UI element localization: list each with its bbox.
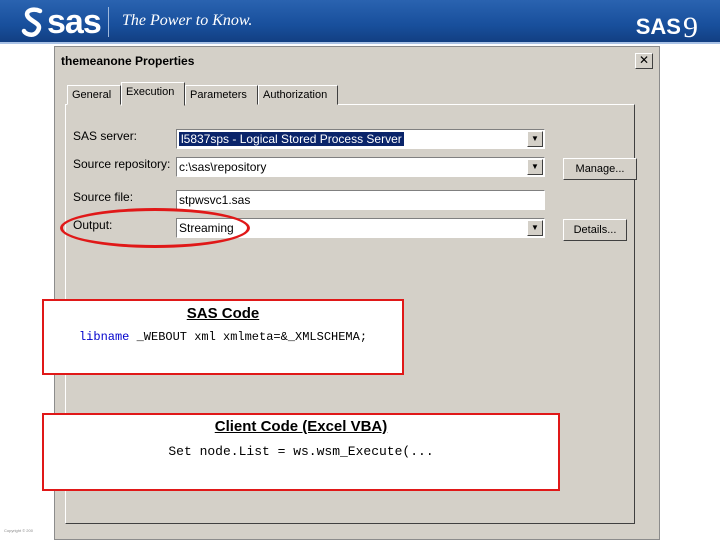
dropdown-arrow-icon[interactable]: ▼ (527, 220, 543, 236)
source-repository-value: c:\sas\repository (179, 160, 267, 174)
sas-logo: sas (20, 3, 102, 41)
source-file-label: Source file: (73, 190, 134, 204)
copyright-text: Copyright © 200 (4, 528, 33, 533)
source-file-value: stpwsvc1.sas (179, 193, 251, 207)
client-code-box: Client Code (Excel VBA) Set node.List = … (42, 413, 560, 491)
sas9-logo: SAS9 (635, 8, 698, 44)
client-code-line: Set node.List = ws.wsm_Execute(... (168, 444, 434, 459)
banner-divider (108, 7, 109, 37)
output-highlight-oval (60, 208, 250, 248)
dropdown-arrow-icon[interactable]: ▼ (527, 159, 543, 175)
manage-button[interactable]: Manage... (563, 158, 637, 180)
sas-code-keyword: libname (78, 330, 130, 344)
sas-code-box: SAS Code libname _WEBOUT xml xmlmeta=&_X… (42, 299, 404, 375)
sas9-text: SAS (635, 14, 681, 39)
source-file-field[interactable]: stpwsvc1.sas (176, 190, 545, 210)
tab-parameters[interactable]: Parameters (185, 85, 258, 105)
sas-server-label: SAS server: (73, 129, 138, 143)
sas-banner: sas The Power to Know. SAS9 (0, 0, 720, 44)
close-button[interactable]: ✕ (635, 53, 653, 69)
sas-code-rest: _WEBOUT xml xmlmeta=&_XMLSCHEMA; (129, 330, 368, 344)
sas-code-line: libname _WEBOUT xml xmlmeta=&_XMLSCHEMA; (44, 330, 402, 344)
sas-server-value: l5837sps - Logical Stored Process Server (179, 132, 404, 146)
tab-execution[interactable]: Execution (121, 82, 185, 106)
tagline: The Power to Know. (122, 12, 253, 29)
sas-logo-text: sas (47, 3, 102, 41)
details-button[interactable]: Details... (563, 219, 627, 241)
sas9-number: 9 (683, 11, 698, 44)
dropdown-arrow-icon[interactable]: ▼ (527, 131, 543, 147)
dialog-title: themeanone Properties (61, 54, 195, 68)
source-repository-select[interactable]: c:\sas\repository ▼ (176, 157, 545, 177)
client-code-heading: Client Code (Excel VBA) (214, 418, 388, 435)
dialog-titlebar: themeanone Properties ✕ (55, 47, 659, 75)
sas-server-select[interactable]: l5837sps - Logical Stored Process Server… (176, 129, 545, 149)
tab-general[interactable]: General (67, 85, 121, 105)
sas-code-heading: SAS Code (186, 305, 260, 322)
source-repository-label: Source repository: (73, 157, 171, 171)
tab-authorization[interactable]: Authorization (258, 85, 338, 105)
sas-swoosh-icon (21, 7, 43, 37)
